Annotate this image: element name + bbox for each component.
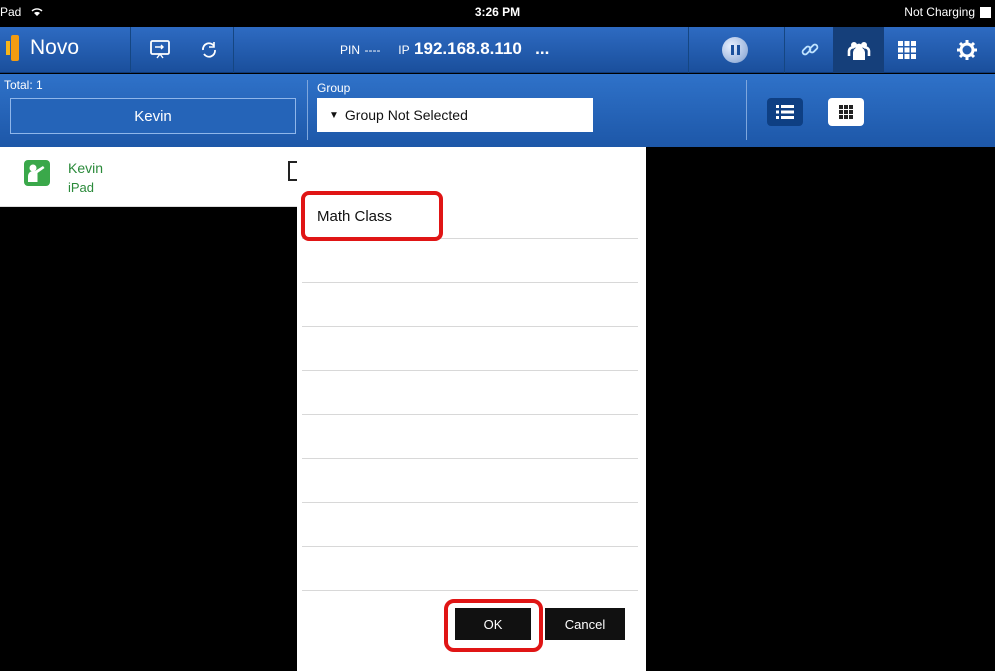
list-item[interactable] [302,327,638,371]
top-toolbar: Novo PIN ---- IP 192.168.8.110 ... [0,27,995,73]
ip-label: IP [398,43,410,57]
group-dropdown[interactable]: ▼ Group Not Selected [317,98,593,132]
pin-value: ---- [364,43,381,57]
group-label: Group [317,81,351,95]
screen: Pad 3:26 PM Not Charging Novo PIN ---- I… [0,0,995,671]
grid-icon[interactable] [893,36,921,64]
link-icon[interactable] [796,36,824,64]
highlight-box [444,599,543,652]
ip-value: 192.168.8.110 [414,39,522,58]
group-picker-popup: Math Class OK Cancel [297,147,646,671]
list-view-button[interactable] [767,98,803,126]
grid-view-button[interactable] [828,98,864,126]
list-item[interactable] [302,371,638,415]
user-device: iPad [68,180,95,195]
list-item[interactable] [302,283,638,327]
status-bar: Pad 3:26 PM Not Charging [0,0,995,27]
divider [746,80,747,140]
pin-label: PIN [340,43,361,57]
connection-info: PIN ---- IP 192.168.8.110 ... [340,39,549,59]
grid-view-icon [839,105,853,119]
users-icon [845,36,873,64]
more-menu[interactable]: ... [535,39,549,58]
filter-bar: Total: 1 Kevin Group ▼ Group Not Selecte… [0,74,995,147]
device-icon [288,161,297,181]
list-item[interactable] [302,459,638,503]
list-item[interactable] [302,503,638,547]
cancel-button[interactable]: Cancel [545,608,625,640]
users-tab[interactable] [833,27,884,73]
group-dropdown-value: Group Not Selected [344,107,468,123]
list-item[interactable] [302,547,638,591]
list-item[interactable] [302,415,638,459]
status-time: 3:26 PM [474,5,521,19]
charging-status: Not Charging [904,5,975,19]
user-name: Kevin [68,160,104,176]
divider [307,80,308,140]
presenter-icon [24,160,50,186]
total-count: Total: 1 [4,78,43,92]
list-icon [776,105,794,119]
list-item[interactable] [302,239,638,283]
selected-user-button[interactable]: Kevin [10,98,296,134]
caret-down-icon: ▼ [329,109,339,121]
list-item[interactable]: Kevin iPad [0,147,297,207]
highlight-box [301,191,443,241]
battery-icon [980,6,991,18]
gear-icon[interactable] [953,36,981,64]
